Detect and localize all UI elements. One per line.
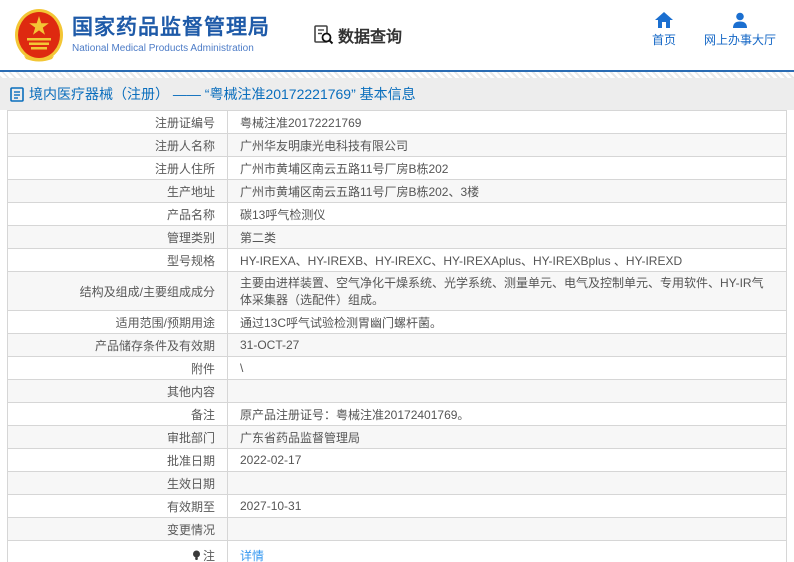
row-label: 生效日期	[7, 471, 228, 495]
nav-online-hall[interactable]: 网上办事大厅	[704, 12, 776, 48]
nav-home-label: 首页	[651, 33, 676, 47]
row-value: 广州市黄埔区南云五路11号厂房B栋202、3楼	[227, 179, 787, 203]
registration-info-table: 注册证编号 粤械注准20172221769 注册人名称 广州华友明康光电科技有限公司注…	[7, 110, 787, 562]
row-label-text: 生产地址	[166, 184, 215, 199]
row-value: 广州华友明康光电科技有限公司	[227, 133, 787, 157]
row-label-text: 生效日期	[166, 476, 215, 491]
table-row: 适用范围/预期用途 通过13C呼气试验检测胃幽门螺杆菌。	[7, 310, 787, 334]
row-label-text: 结构及组成/主要组成成分	[79, 284, 215, 299]
document-icon	[10, 86, 24, 102]
row-label: 变更情况	[7, 517, 228, 541]
row-label: 型号规格	[7, 248, 228, 272]
row-value: 31-OCT-27	[227, 333, 787, 357]
page-title: 境内医疗器械（注册） —— “粤械注准20172221769” 基本信息	[29, 86, 416, 102]
row-label-text: 批准日期	[166, 453, 215, 468]
row-value: 详情	[227, 540, 787, 562]
row-label-text: 型号规格	[166, 253, 215, 268]
table-row: 生产地址 广州市黄埔区南云五路11号厂房B栋202、3楼	[7, 179, 787, 203]
row-label-text: 有效期至	[166, 499, 215, 514]
table-row: 型号规格 HY-IREXA、HY-IREXB、HY-IREXC、HY-IREXAp…	[7, 248, 787, 272]
row-label: 批准日期	[7, 448, 228, 472]
home-icon	[654, 12, 673, 28]
table-row: 批准日期 2022-02-17	[7, 448, 787, 472]
row-label-text: 产品名称	[166, 207, 215, 222]
row-label: 产品储存条件及有效期	[7, 333, 228, 357]
row-label: 管理类别	[7, 225, 228, 249]
row-label: 附件	[7, 356, 228, 380]
table-row: 结构及组成/主要组成成分 主要由进样装置、空气净化干燥系统、光学系统、测量单元、电…	[7, 271, 787, 311]
table-row: 审批部门 广东省药品监督管理局	[7, 425, 787, 449]
row-label: 审批部门	[7, 425, 228, 449]
row-label-text: 注册人名称	[154, 138, 215, 153]
row-value: 2027-10-31	[227, 494, 787, 518]
data-query-link[interactable]: 数据查询	[312, 23, 402, 47]
site-header: 国家药品监督管理局 National Medical Products Admi…	[0, 0, 794, 70]
row-label: 生产地址	[7, 179, 228, 203]
header-nav: 首页 网上办事大厅	[652, 12, 776, 48]
table-row: 产品储存条件及有效期 31-OCT-27	[7, 333, 787, 357]
nav-online-hall-label: 网上办事大厅	[703, 33, 776, 47]
row-value: \	[227, 356, 787, 380]
table-row: 备注 原产品注册证号：粤械注准20172401769。	[7, 402, 787, 426]
row-value: 广州市黄埔区南云五路11号厂房B栋202	[227, 156, 787, 180]
table-row: 其他内容	[7, 379, 787, 403]
row-label: 注册证编号	[7, 110, 228, 134]
table-row: 有效期至 2027-10-31	[7, 494, 787, 518]
table-row: 注册证编号 粤械注准20172221769	[7, 110, 787, 134]
row-label-text: 管理类别	[166, 230, 215, 245]
site-title: 国家药品监督管理局	[72, 16, 270, 40]
table-row: 注 详情	[7, 540, 787, 562]
lightbulb-icon	[192, 550, 200, 560]
row-label-text: 注册证编号	[154, 115, 215, 130]
table-row: 管理类别 第二类	[7, 225, 787, 249]
row-value	[227, 379, 787, 403]
row-label-text: 产品储存条件及有效期	[94, 338, 215, 353]
row-value: 2022-02-17	[227, 448, 787, 472]
row-value: 原产品注册证号：粤械注准20172401769。	[227, 402, 787, 426]
national-emblem-icon	[15, 9, 63, 62]
detail-link[interactable]: 详情	[240, 549, 264, 562]
table-row: 变更情况	[7, 517, 787, 541]
row-value: 广东省药品监督管理局	[227, 425, 787, 449]
data-query-label: 数据查询	[338, 29, 403, 46]
row-label-text: 注册人住所	[154, 161, 215, 176]
row-label-text: 其他内容	[166, 384, 215, 399]
row-label: 结构及组成/主要组成成分	[7, 271, 228, 311]
site-subtitle: National Medical Products Administration	[72, 42, 254, 54]
row-label-text: 备注	[190, 407, 215, 422]
row-label: 注	[7, 540, 228, 562]
table-row: 生效日期	[7, 471, 787, 495]
row-value: 粤械注准20172221769	[227, 110, 787, 134]
row-label: 其他内容	[7, 379, 228, 403]
row-label: 注册人住所	[7, 156, 228, 180]
nav-home[interactable]: 首页	[652, 12, 676, 48]
row-label-text: 附件	[190, 361, 215, 376]
row-value: 碳13呼气检测仪	[227, 202, 787, 226]
table-row: 附件 \	[7, 356, 787, 380]
row-label: 注册人名称	[7, 133, 228, 157]
table-row: 注册人住所 广州市黄埔区南云五路11号厂房B栋202	[7, 156, 787, 180]
row-label: 产品名称	[7, 202, 228, 226]
table-row: 注册人名称 广州华友明康光电科技有限公司	[7, 133, 787, 157]
user-icon	[732, 12, 747, 28]
row-label: 有效期至	[7, 494, 228, 518]
data-query-icon	[314, 25, 334, 45]
row-label-text: 审批部门	[166, 430, 215, 445]
row-label-text: 注	[202, 548, 215, 562]
row-value: HY-IREXA、HY-IREXB、HY-IREXC、HY-IREXAplus、…	[227, 248, 787, 272]
breadcrumb: 境内医疗器械（注册） —— “粤械注准20172221769” 基本信息	[0, 78, 794, 110]
row-label: 备注	[7, 402, 228, 426]
row-label: 适用范围/预期用途	[7, 310, 228, 334]
row-value: 主要由进样装置、空气净化干燥系统、光学系统、测量单元、电气及控制单元、专用软件、…	[227, 271, 787, 311]
logo-area: 国家药品监督管理局 National Medical Products Admi…	[14, 8, 270, 62]
row-label-text: 适用范围/预期用途	[115, 315, 215, 330]
table-row: 产品名称 碳13呼气检测仪	[7, 202, 787, 226]
row-value	[227, 471, 787, 495]
row-value: 第二类	[227, 225, 787, 249]
row-value: 通过13C呼气试验检测胃幽门螺杆菌。	[227, 310, 787, 334]
title-block: 国家药品监督管理局 National Medical Products Admi…	[72, 16, 270, 53]
row-label-text: 变更情况	[166, 522, 215, 537]
row-value	[227, 517, 787, 541]
